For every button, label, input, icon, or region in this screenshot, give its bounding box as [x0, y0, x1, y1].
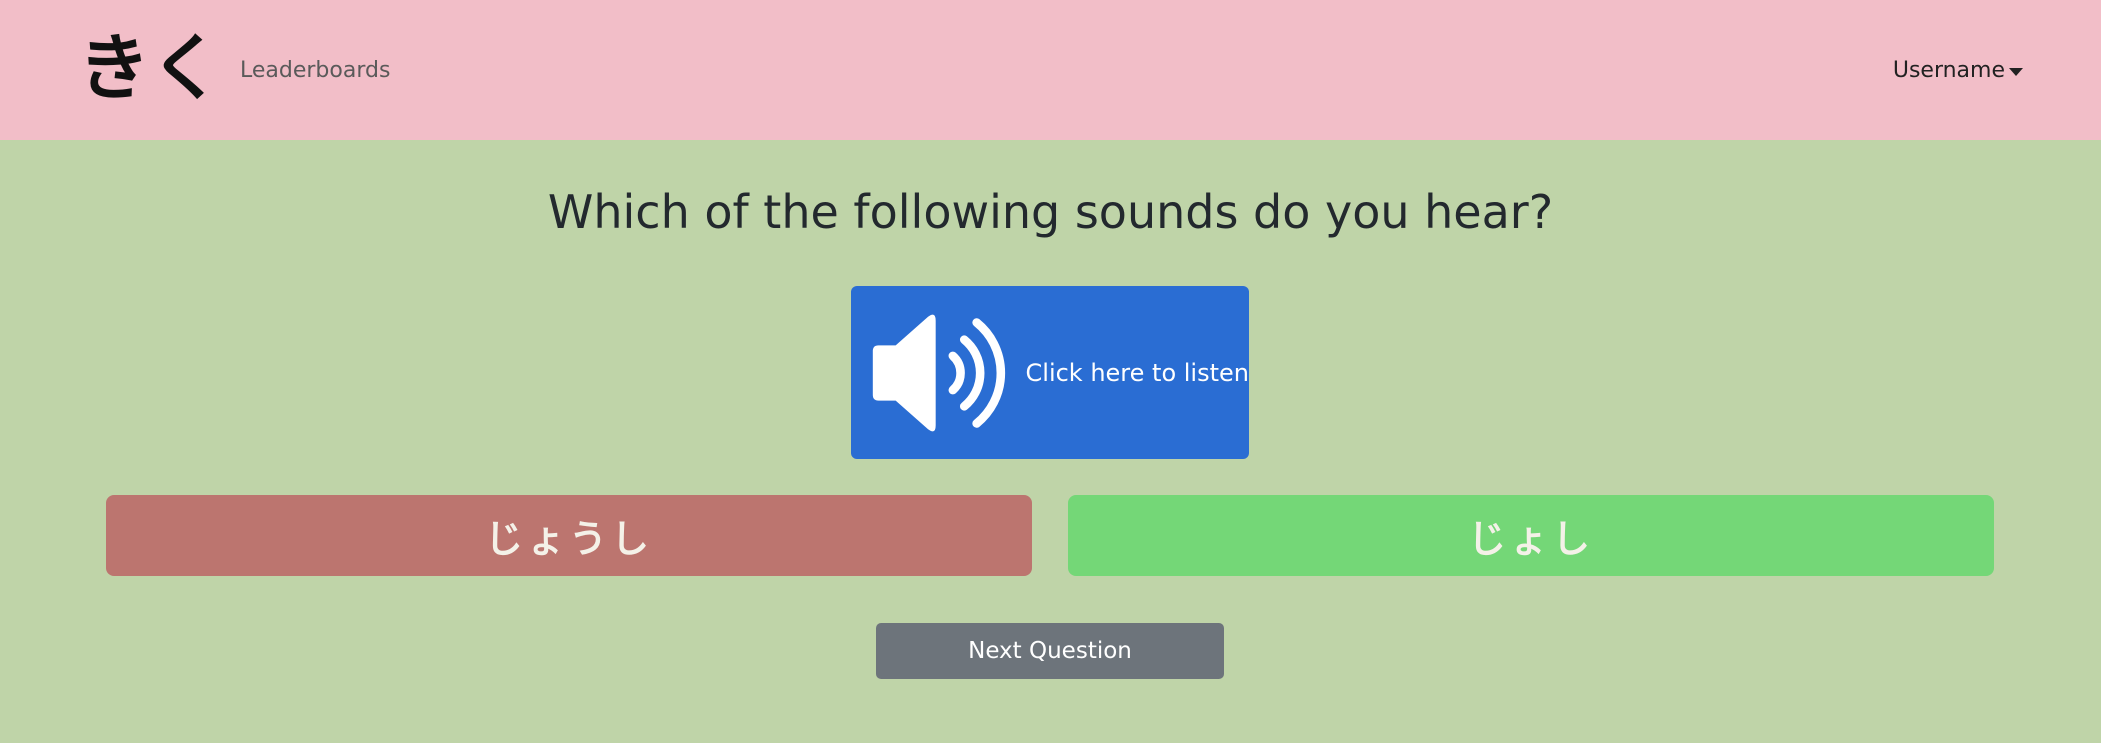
question-text: Which of the following sounds do you hea… — [547, 185, 1554, 239]
brand-logo[interactable]: きく — [78, 22, 222, 114]
user-menu-dropdown[interactable]: Username — [1893, 56, 2023, 86]
caret-down-icon — [2009, 68, 2023, 76]
listen-button-label: Click here to listen — [1025, 358, 1249, 387]
answer-option-incorrect[interactable]: じょうし — [106, 495, 1032, 576]
listen-button[interactable]: Click here to listen — [851, 286, 1249, 459]
next-question-label: Next Question — [968, 638, 1132, 664]
answer-label: じょうし — [484, 517, 653, 561]
speaker-icon — [872, 314, 1006, 431]
user-menu-label: Username — [1892, 58, 2005, 83]
answer-option-correct[interactable]: じょし — [1068, 495, 1994, 576]
navbar: きく Leaderboards Username — [0, 0, 2101, 140]
nav-link-leaderboards[interactable]: Leaderboards — [240, 56, 390, 86]
answer-label: じょし — [1467, 517, 1594, 561]
next-question-button[interactable]: Next Question — [876, 623, 1224, 679]
